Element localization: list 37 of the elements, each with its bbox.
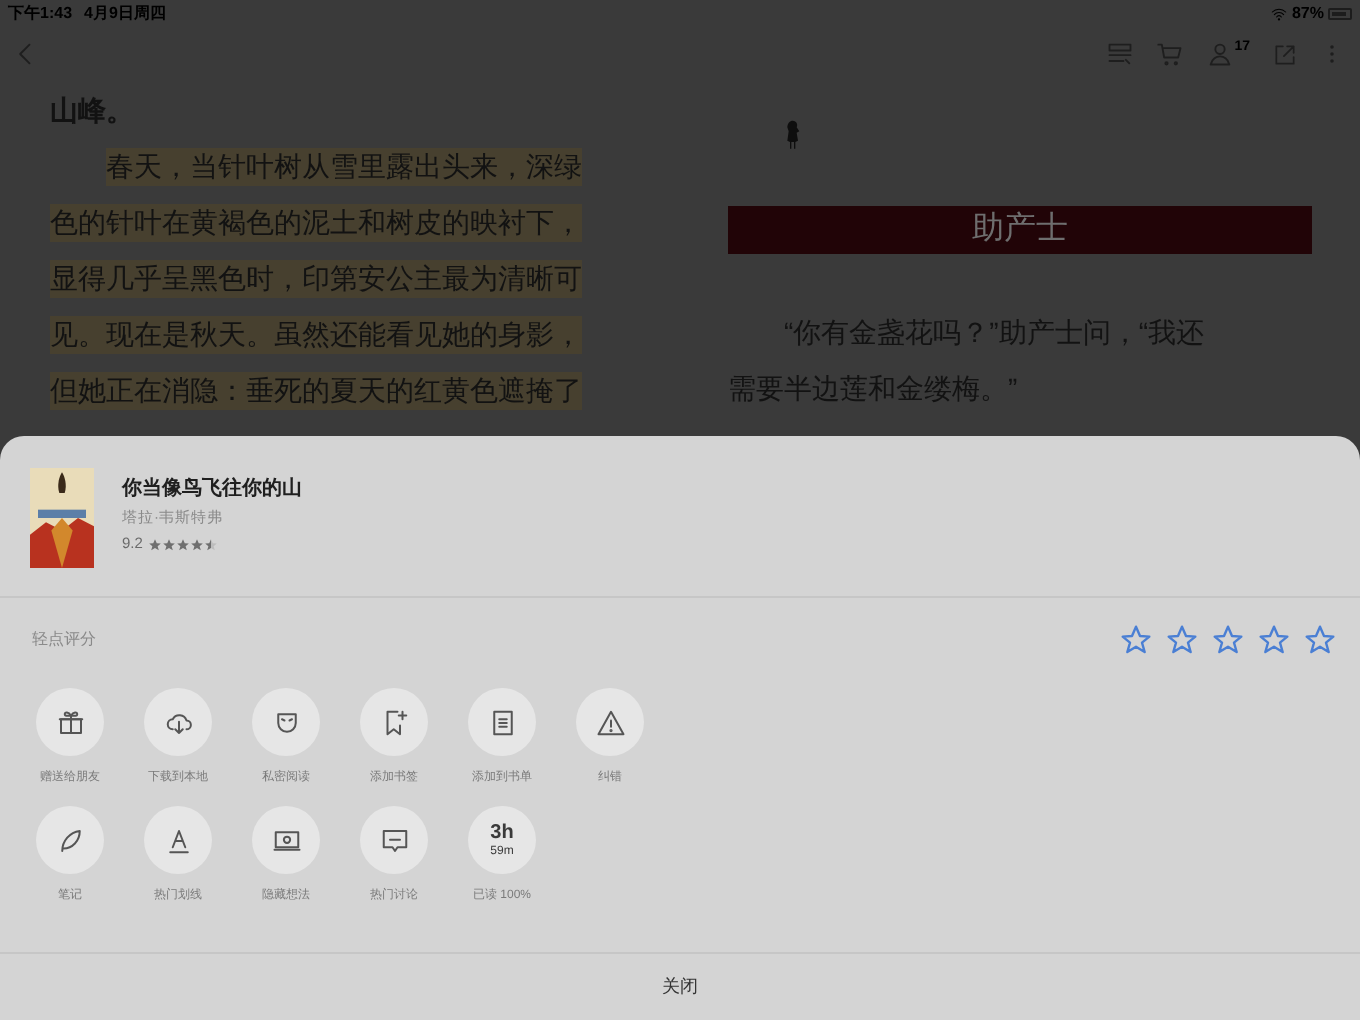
status-time: 下午1:43 [8, 1, 73, 25]
share-icon[interactable] [1272, 41, 1298, 67]
feather-button[interactable] [36, 806, 104, 874]
star-icon[interactable] [1120, 624, 1152, 656]
screen-icon [271, 825, 301, 855]
screen-button[interactable] [252, 806, 320, 874]
gift-icon [55, 707, 85, 737]
chat-icon [379, 825, 409, 855]
underline-icon [163, 825, 193, 855]
close-button[interactable]: 关闭 [650, 973, 710, 1001]
warning-button[interactable] [576, 688, 644, 756]
chat-button[interactable] [360, 806, 428, 874]
star-icon[interactable] [1304, 624, 1336, 656]
feather-icon [55, 825, 85, 855]
bookmark-button[interactable] [360, 688, 428, 756]
stack-icon[interactable] [1106, 40, 1135, 68]
list-icon [487, 707, 517, 737]
person-icon[interactable] [1206, 40, 1235, 68]
underline-button[interactable] [144, 806, 212, 874]
cart-icon[interactable] [1156, 40, 1185, 68]
mask-icon [271, 707, 301, 737]
cloud-button[interactable] [144, 688, 212, 756]
mask-button[interactable] [252, 688, 320, 756]
star-icon[interactable] [1212, 624, 1244, 656]
battery-percent: 87% [1291, 1, 1324, 25]
rate-label: 轻点评分 [32, 628, 96, 652]
battery-icon [1328, 7, 1352, 19]
gift-button[interactable] [36, 688, 104, 756]
wifi-icon [1269, 5, 1288, 21]
list-button[interactable] [468, 688, 536, 756]
star-icon[interactable] [1258, 624, 1290, 656]
warning-icon [595, 707, 625, 737]
star-icon[interactable] [1166, 624, 1198, 656]
book-title: 你当像鸟飞往你的山 [122, 475, 302, 504]
hours-text: 3h [490, 821, 514, 843]
status-date: 4月9日周四 [84, 1, 166, 25]
chapter-title: 助产士 [972, 209, 1068, 250]
